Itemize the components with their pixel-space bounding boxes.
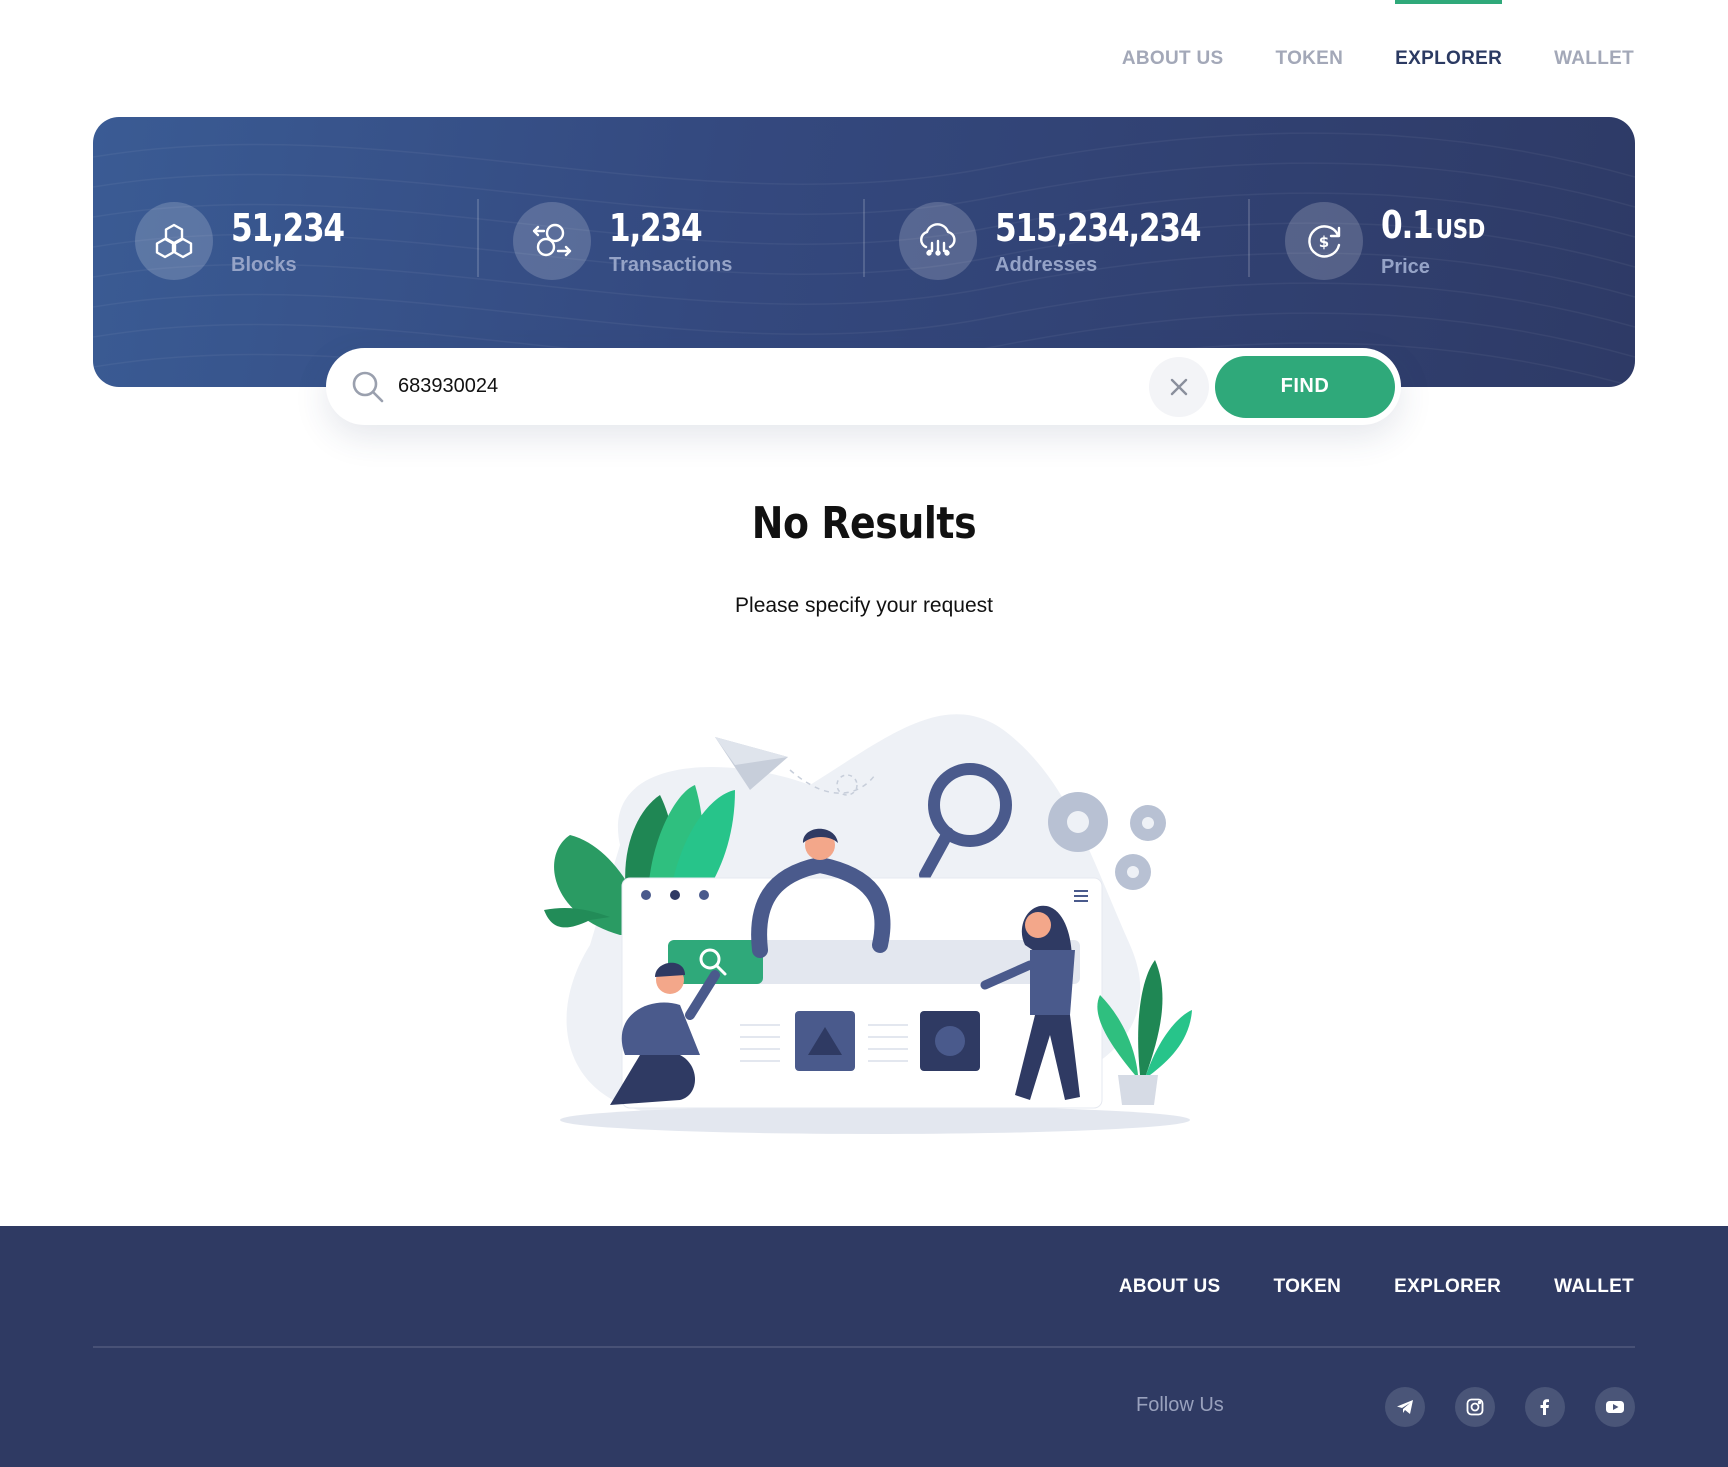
facebook-icon[interactable] [1525, 1387, 1565, 1427]
nav-about-us[interactable]: ABOUT US [1096, 0, 1250, 100]
stat-transactions: 1,234 Transactions [513, 201, 732, 281]
footer-nav-explorer[interactable]: EXPLORER [1341, 1276, 1501, 1298]
stat-label: Blocks [231, 253, 297, 276]
stat-blocks: 51,234 Blocks [135, 201, 369, 281]
footer-nav: ABOUT US TOKEN EXPLORER WALLET [1066, 1276, 1634, 1298]
stat-label: Addresses [995, 253, 1098, 276]
clear-button[interactable] [1149, 356, 1209, 417]
find-button[interactable]: FIND [1215, 355, 1395, 418]
transactions-icon [513, 202, 591, 280]
footer-nav-wallet[interactable]: WALLET [1501, 1276, 1634, 1298]
nav-token[interactable]: TOKEN [1250, 0, 1370, 100]
stat-divider [863, 199, 865, 277]
svg-text:$: $ [1319, 233, 1329, 251]
footer-nav-about-us[interactable]: ABOUT US [1066, 1276, 1221, 1298]
search-input[interactable] [398, 375, 1149, 398]
search-icon [350, 369, 386, 405]
stat-addresses: 515,234,234 Addresses [899, 201, 1245, 281]
footer-nav-token[interactable]: TOKEN [1221, 1276, 1342, 1298]
stat-value: 51,234 [231, 205, 345, 250]
stat-price: $ 0.1 USD Price [1285, 201, 1508, 281]
close-icon [1170, 378, 1188, 395]
price-icon: $ [1285, 202, 1363, 280]
stat-value: 515,234,234 [995, 205, 1202, 250]
search-bar: FIND [326, 348, 1401, 425]
stat-divider [477, 199, 479, 277]
no-results-subtitle: Please specify your request [735, 594, 993, 617]
stat-label: Price [1381, 256, 1430, 278]
stat-divider [1248, 199, 1250, 277]
follow-us-label: Follow Us [1136, 1394, 1224, 1416]
telegram-icon[interactable] [1385, 1387, 1425, 1427]
stat-value: 0.1 USD [1381, 203, 1486, 247]
blocks-icon [135, 202, 213, 280]
top-nav: ABOUT US TOKEN EXPLORER WALLET [1096, 0, 1634, 100]
instagram-icon[interactable] [1455, 1387, 1495, 1427]
search-illustration [544, 714, 1192, 1134]
no-results-title: No Results [751, 498, 977, 549]
nav-explorer[interactable]: EXPLORER [1369, 0, 1528, 100]
stat-value: 1,234 [609, 205, 703, 250]
footer-divider [93, 1346, 1635, 1348]
stat-label: Transactions [609, 253, 733, 276]
nav-wallet[interactable]: WALLET [1528, 0, 1634, 100]
footer: ABOUT US TOKEN EXPLORER WALLET Follow Us [0, 1226, 1728, 1467]
stats-banner: 51,234 Blocks 1,234 Transactions 515,234… [93, 117, 1635, 387]
addresses-icon [899, 202, 977, 280]
youtube-icon[interactable] [1595, 1387, 1635, 1427]
social-links [1385, 1387, 1635, 1427]
currency-unit: USD [1435, 215, 1486, 245]
